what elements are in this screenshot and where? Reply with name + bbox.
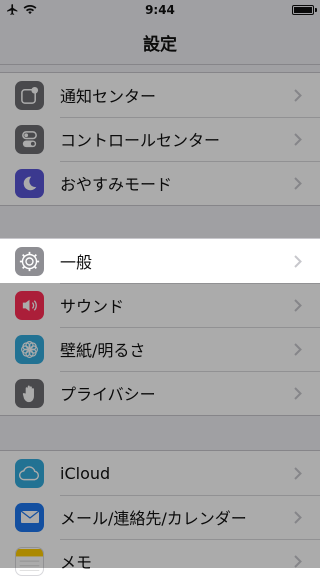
settings-row-label: サウンド bbox=[60, 297, 125, 316]
settings-row-sound[interactable]: サウンド bbox=[0, 283, 320, 327]
settings-row-wallpaper[interactable]: 壁紙/明るさ bbox=[0, 327, 320, 371]
nav-divider bbox=[0, 64, 320, 65]
do-not-disturb-icon bbox=[15, 168, 44, 198]
page-title: 設定 bbox=[143, 34, 177, 55]
chevron-right-icon bbox=[288, 507, 308, 527]
chevron-right-icon bbox=[288, 339, 308, 359]
icloud-icon bbox=[15, 458, 44, 488]
settings-row-label: コントロールセンター bbox=[60, 131, 221, 150]
settings-row-label: プライバシー bbox=[60, 385, 156, 404]
settings-row-label: 壁紙/明るさ bbox=[60, 341, 146, 360]
settings-row-mail[interactable]: メール/連絡先/カレンダー bbox=[0, 495, 320, 539]
settings-group-1: 通知センター コントロールセンター おやすみモード bbox=[0, 72, 320, 206]
chevron-right-icon bbox=[288, 383, 308, 403]
notification-center-icon bbox=[15, 80, 44, 110]
settings-row-do-not-disturb[interactable]: おやすみモード bbox=[0, 161, 320, 205]
chevron-right-icon bbox=[288, 85, 308, 105]
airplane-mode-icon bbox=[6, 3, 19, 19]
chevron-right-icon bbox=[288, 173, 308, 193]
notes-icon bbox=[15, 546, 44, 576]
settings-row-label: 通知センター bbox=[60, 87, 157, 106]
settings-row-privacy[interactable]: プライバシー bbox=[0, 371, 320, 415]
status-bar: 9:44 bbox=[0, 0, 320, 20]
settings-row-control-center[interactable]: コントロールセンター bbox=[0, 117, 320, 161]
settings-row-notification-center[interactable]: 通知センター bbox=[0, 73, 320, 117]
settings-row-notes[interactable]: メモ bbox=[0, 539, 320, 583]
status-time: 9:44 bbox=[145, 3, 175, 17]
chevron-right-icon bbox=[288, 129, 308, 149]
settings-group-2: 一般 サウンド 壁紙/明るさ プライバシー bbox=[0, 238, 320, 416]
settings-row-label: メモ bbox=[60, 553, 93, 572]
settings-row-label: メール/連絡先/カレンダー bbox=[60, 509, 247, 528]
battery-icon bbox=[292, 5, 317, 15]
gear-icon bbox=[15, 246, 44, 276]
chevron-right-icon bbox=[288, 551, 308, 571]
privacy-hand-icon bbox=[15, 378, 44, 408]
wifi-icon bbox=[23, 4, 37, 18]
settings-row-general[interactable]: 一般 bbox=[0, 239, 320, 283]
settings-row-label: 一般 bbox=[60, 253, 93, 272]
settings-row-icloud[interactable]: iCloud bbox=[0, 451, 320, 495]
wallpaper-icon bbox=[15, 334, 44, 364]
settings-row-label: おやすみモード bbox=[60, 175, 173, 194]
status-left bbox=[6, 3, 37, 19]
chevron-right-icon bbox=[288, 463, 308, 483]
sound-icon bbox=[15, 290, 44, 320]
chevron-right-icon bbox=[288, 251, 308, 271]
settings-group-3: iCloud メール/連絡先/カレンダー メモ bbox=[0, 450, 320, 583]
settings-row-label: iCloud bbox=[60, 463, 111, 483]
chevron-right-icon bbox=[288, 295, 308, 315]
mail-icon bbox=[15, 502, 44, 532]
control-center-icon bbox=[15, 124, 44, 154]
